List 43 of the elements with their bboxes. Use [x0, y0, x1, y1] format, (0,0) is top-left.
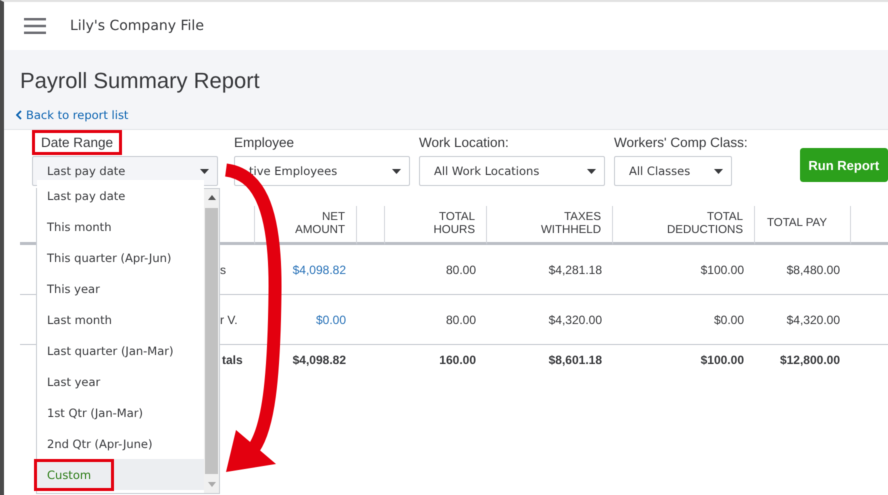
column-header: NET AMOUNT — [255, 206, 357, 245]
amount-link[interactable]: $4,098.82 — [255, 245, 357, 295]
totals-label: tals — [222, 353, 243, 367]
table-cell: $8,480.00 — [755, 245, 851, 295]
table-cell: $4,281.18 — [487, 245, 613, 295]
total-cell-text: $100.00 — [700, 352, 745, 369]
total-cell-text: $12,800.00 — [778, 352, 841, 369]
filter-label: Workers' Comp Class: — [613, 134, 749, 152]
table-cell: $0.00 — [613, 295, 755, 345]
chevron-left-icon — [16, 110, 22, 120]
filter-dropdown[interactable]: All Classes — [614, 156, 732, 186]
caret-icon — [392, 168, 401, 174]
amount-link[interactable]: $0.00 — [255, 295, 357, 345]
table-cell: 80.00 — [385, 245, 487, 295]
caret-up-icon[interactable] — [208, 195, 216, 200]
menu-icon[interactable] — [24, 18, 46, 34]
scrollbar[interactable] — [204, 189, 219, 493]
filter-dropdown[interactable]: tive Employees — [234, 156, 410, 186]
caret-icon — [200, 168, 209, 174]
column-header — [357, 206, 385, 245]
column-header: TOTAL DEDUCTIONS — [613, 206, 755, 245]
total-cell-text: 160.00 — [438, 352, 477, 369]
table-cell: 80.00 — [385, 295, 487, 345]
menu-item[interactable]: Custom — [37, 459, 204, 490]
table-cell: $100.00 — [613, 245, 755, 295]
table-cell: $4,320.00 — [487, 295, 613, 345]
employee-name: s — [220, 262, 226, 276]
caret-icon — [587, 168, 596, 174]
company-name: Lily's Company File — [70, 18, 204, 34]
report-title: Payroll Summary Report — [20, 68, 261, 94]
table-cell: $4,320.00 — [755, 295, 851, 345]
back-link[interactable]: Back to report list — [16, 108, 128, 122]
total-cell-text: $4,098.82 — [292, 352, 347, 369]
filter-label: Work Location: — [418, 134, 510, 152]
employee-name: r V. — [220, 312, 238, 326]
column-header: TOTAL PAY — [755, 206, 851, 245]
filter-label: Date Range — [32, 130, 122, 155]
caret-icon — [714, 168, 723, 174]
total-cell-text: $8,601.18 — [548, 352, 603, 369]
filter-label: Employee — [233, 134, 296, 152]
filter-dropdown[interactable]: All Work Locations — [419, 156, 605, 186]
column-header: TOTAL HOURS — [385, 206, 487, 245]
column-header: TAXES WITHHELD — [487, 206, 613, 245]
